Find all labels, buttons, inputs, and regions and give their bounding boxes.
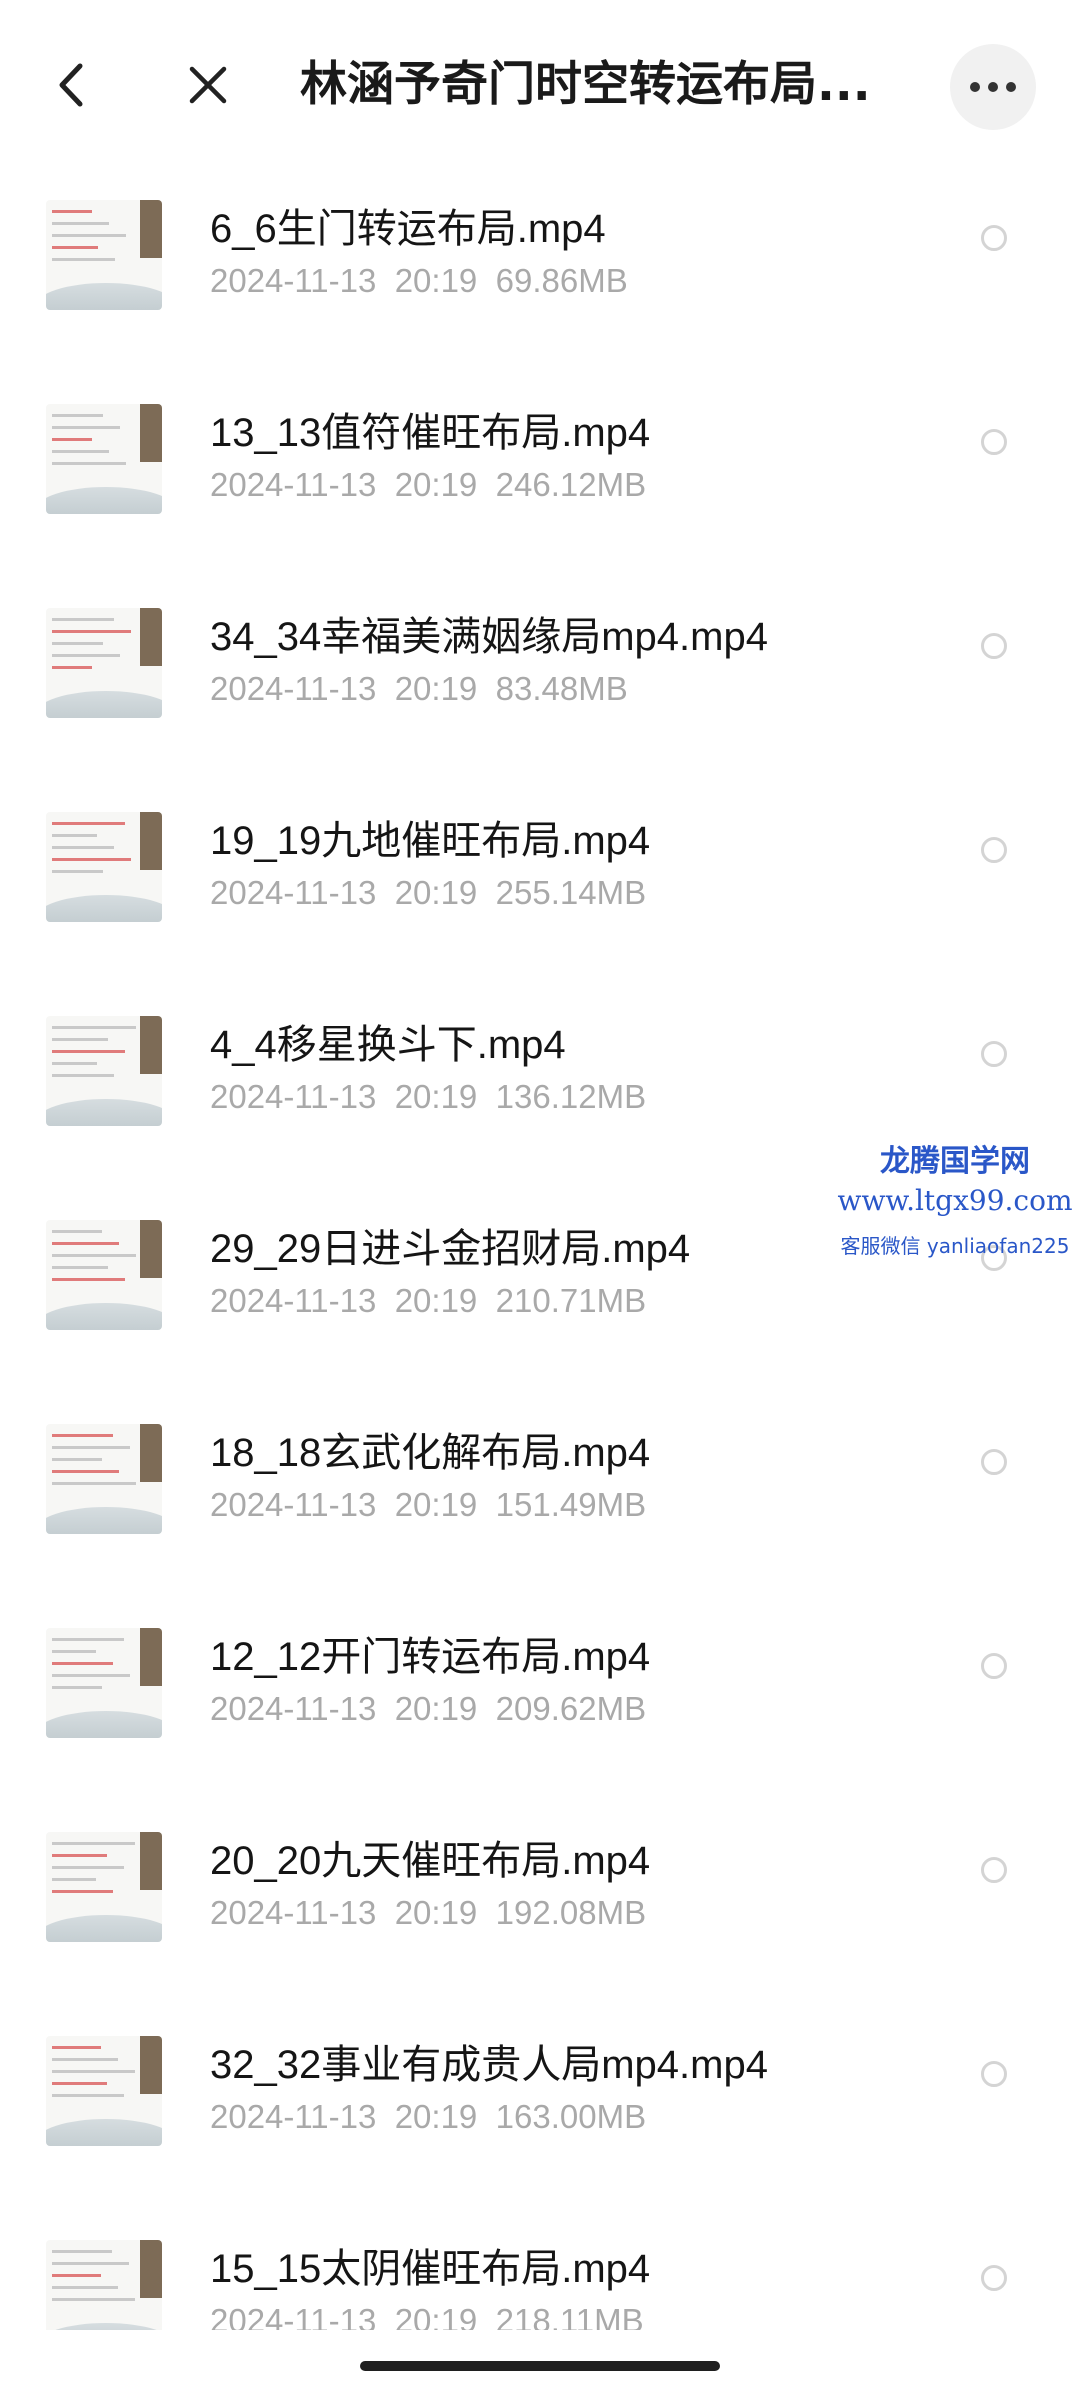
file-date: 2024-11-13	[210, 262, 377, 299]
file-time: 20:19	[394, 262, 478, 299]
file-meta: 2024-11-13 20:19 209.62MB	[210, 1690, 646, 1728]
file-date: 2024-11-13	[210, 1690, 377, 1727]
select-radio[interactable]	[981, 2061, 1007, 2087]
file-size: 209.62MB	[495, 1690, 647, 1727]
file-date: 2024-11-13	[210, 1894, 377, 1931]
select-radio[interactable]	[981, 837, 1007, 863]
select-radio[interactable]	[981, 1653, 1007, 1679]
video-thumbnail	[46, 2240, 162, 2330]
file-meta: 2024-11-13 20:19 69.86MB	[210, 262, 628, 300]
file-row[interactable]: 6_6生门转运布局.mp4 2024-11-13 20:19 69.86MB	[0, 170, 1080, 374]
file-time: 20:19	[394, 1486, 478, 1523]
file-name: 15_15太阴催旺布局.mp4	[210, 2247, 651, 2291]
file-row[interactable]: 15_15太阴催旺布局.mp4 2024-11-13 20:19 218.11MB	[0, 2210, 1080, 2330]
watermark-url: www.ltgx99.com	[837, 1184, 1073, 1217]
close-icon	[189, 66, 227, 104]
close-button[interactable]	[168, 40, 248, 130]
video-thumbnail	[46, 812, 162, 922]
select-radio[interactable]	[981, 2265, 1007, 2291]
file-size: 83.48MB	[495, 670, 628, 707]
file-row[interactable]: 18_18玄武化解布局.mp4 2024-11-13 20:19 151.49MB	[0, 1394, 1080, 1598]
video-thumbnail	[46, 200, 162, 310]
file-time: 20:19	[394, 1894, 478, 1931]
file-name: 13_13值符催旺布局.mp4	[210, 411, 651, 455]
select-radio[interactable]	[981, 1041, 1007, 1067]
back-button[interactable]	[30, 40, 110, 130]
video-thumbnail	[46, 404, 162, 514]
file-meta: 2024-11-13 20:19 136.12MB	[210, 1078, 646, 1116]
file-date: 2024-11-13	[210, 1078, 377, 1115]
file-name: 6_6生门转运布局.mp4	[210, 207, 606, 251]
file-name: 32_32事业有成贵人局mp4.mp4	[210, 2043, 768, 2087]
video-thumbnail	[46, 1832, 162, 1942]
file-date: 2024-11-13	[210, 466, 377, 503]
file-row[interactable]: 19_19九地催旺布局.mp4 2024-11-13 20:19 255.14MB	[0, 782, 1080, 986]
file-time: 20:19	[394, 1078, 478, 1115]
file-meta: 2024-11-13 20:19 151.49MB	[210, 1486, 646, 1524]
file-time: 20:19	[394, 670, 478, 707]
more-horizontal-icon	[970, 82, 980, 92]
file-meta: 2024-11-13 20:19 246.12MB	[210, 466, 646, 504]
file-time: 20:19	[394, 1282, 478, 1319]
video-thumbnail	[46, 2036, 162, 2146]
file-date: 2024-11-13	[210, 670, 377, 707]
video-thumbnail	[46, 1628, 162, 1738]
file-time: 20:19	[394, 1690, 478, 1727]
file-row[interactable]: 13_13值符催旺布局.mp4 2024-11-13 20:19 246.12MB	[0, 374, 1080, 578]
file-name: 34_34幸福美满姻缘局mp4.mp4	[210, 615, 768, 659]
file-time: 20:19	[394, 2098, 478, 2135]
file-row[interactable]: 34_34幸福美满姻缘局mp4.mp4 2024-11-13 20:19 83.4…	[0, 578, 1080, 782]
file-date: 2024-11-13	[210, 1282, 377, 1319]
file-date: 2024-11-13	[210, 2302, 377, 2330]
file-row[interactable]: 32_32事业有成贵人局mp4.mp4 2024-11-13 20:19 163.…	[0, 2006, 1080, 2210]
file-name: 19_19九地催旺布局.mp4	[210, 819, 651, 863]
file-size: 218.11MB	[495, 2302, 644, 2330]
file-size: 210.71MB	[495, 1282, 647, 1319]
file-name: 29_29日进斗金招财局.mp4	[210, 1227, 691, 1271]
watermark-contact: 客服微信 yanliaofan225	[840, 1234, 1070, 1258]
file-name: 20_20九天催旺布局.mp4	[210, 1839, 651, 1883]
file-meta: 2024-11-13 20:19 163.00MB	[210, 2098, 646, 2136]
file-date: 2024-11-13	[210, 1486, 377, 1523]
file-row[interactable]: 20_20九天催旺布局.mp4 2024-11-13 20:19 192.08MB	[0, 1802, 1080, 2006]
file-size: 136.12MB	[495, 1078, 647, 1115]
select-radio[interactable]	[981, 1449, 1007, 1475]
file-date: 2024-11-13	[210, 874, 377, 911]
file-meta: 2024-11-13 20:19 255.14MB	[210, 874, 646, 912]
file-name: 12_12开门转运布局.mp4	[210, 1635, 651, 1679]
file-name: 18_18玄武化解布局.mp4	[210, 1431, 651, 1475]
file-time: 20:19	[394, 2302, 478, 2330]
file-size: 255.14MB	[495, 874, 647, 911]
file-size: 69.86MB	[495, 262, 628, 299]
file-time: 20:19	[394, 466, 478, 503]
select-radio[interactable]	[981, 1857, 1007, 1883]
file-size: 192.08MB	[495, 1894, 647, 1931]
video-thumbnail	[46, 1016, 162, 1126]
file-size: 163.00MB	[495, 2098, 647, 2135]
file-meta: 2024-11-13 20:19 83.48MB	[210, 670, 628, 708]
select-radio[interactable]	[981, 429, 1007, 455]
file-size: 246.12MB	[495, 466, 647, 503]
file-time: 20:19	[394, 874, 478, 911]
file-row[interactable]: 12_12开门转运布局.mp4 2024-11-13 20:19 209.62MB	[0, 1598, 1080, 1802]
page-title: 林涵予奇门时空转运布局...	[300, 57, 871, 112]
home-indicator[interactable]	[360, 2361, 720, 2371]
video-thumbnail	[46, 608, 162, 718]
file-size: 151.49MB	[495, 1486, 647, 1523]
watermark-title: 龙腾国学网	[880, 1144, 1030, 1179]
file-meta: 2024-11-13 20:19 218.11MB	[210, 2302, 644, 2330]
top-bar: 林涵予奇门时空转运布局...	[0, 0, 1080, 170]
file-meta: 2024-11-13 20:19 192.08MB	[210, 1894, 646, 1932]
video-thumbnail	[46, 1424, 162, 1534]
file-row[interactable]: 29_29日进斗金招财局.mp4 2024-11-13 20:19 210.71M…	[0, 1190, 1080, 1394]
select-radio[interactable]	[981, 225, 1007, 251]
file-name: 4_4移星换斗下.mp4	[210, 1023, 566, 1067]
select-radio[interactable]	[981, 633, 1007, 659]
file-date: 2024-11-13	[210, 2098, 377, 2135]
file-meta: 2024-11-13 20:19 210.71MB	[210, 1282, 646, 1320]
more-button[interactable]	[950, 44, 1036, 130]
video-thumbnail	[46, 1220, 162, 1330]
chevron-left-icon	[59, 63, 83, 107]
